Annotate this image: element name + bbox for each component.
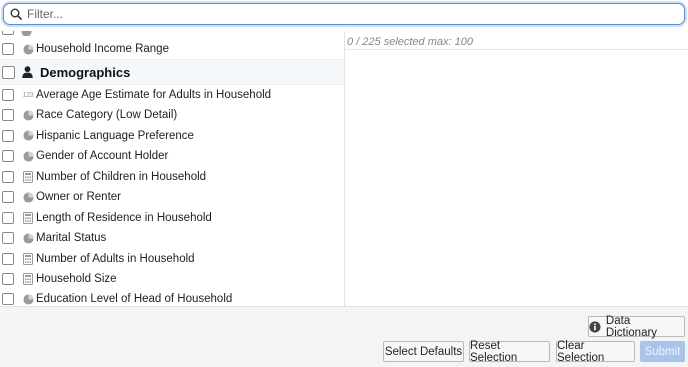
checkbox[interactable] (2, 273, 14, 285)
pie-icon (22, 293, 34, 305)
pie-icon (22, 109, 34, 121)
list-item[interactable]: Education Level of Head of Household (0, 289, 344, 306)
list-item-label: Race Category (Low Detail) (36, 109, 178, 121)
checkbox[interactable] (2, 191, 14, 203)
numeric-icon: 123 (22, 91, 34, 99)
filter-input[interactable] (27, 7, 667, 21)
info-icon (589, 320, 601, 333)
checkbox[interactable] (2, 129, 14, 142)
list-item-label: Household Income Range (36, 43, 169, 55)
reset-selection-button[interactable]: Reset Selection (469, 340, 550, 364)
person-icon (22, 66, 34, 78)
data-dictionary-button[interactable]: Data Dictionary (588, 314, 685, 339)
select-defaults-button[interactable]: Select Defaults (383, 341, 464, 362)
list-item-label: Owner or Renter (36, 191, 122, 203)
checkbox[interactable] (2, 31, 14, 35)
selection-panel: 0 / 225 selected max: 100 (345, 31, 688, 306)
list-item[interactable]: Household Size (0, 269, 344, 289)
list-item-label: Number of Children in Household (36, 170, 207, 183)
list-item-label: Length of Residence in Household (36, 211, 212, 224)
list-item[interactable]: Race Category (Low Detail) (0, 105, 344, 125)
list-item-label: Household Size (36, 273, 117, 285)
list-item[interactable]: Gender of Account Holder (0, 146, 344, 166)
list-item-label: Marital Status (36, 232, 107, 244)
checkbox[interactable] (2, 211, 14, 224)
list-item[interactable]: Owner or Renter (0, 187, 344, 207)
list-item[interactable]: Number of Children in Household (0, 167, 344, 187)
pie-icon (21, 31, 32, 36)
checkbox[interactable] (2, 89, 14, 101)
calculator-icon (22, 211, 34, 224)
group-header-demographics[interactable]: Demographics (0, 59, 344, 85)
pie-icon (22, 43, 34, 55)
list-item-label: Gender of Account Holder (36, 150, 169, 162)
list-item-label: Education Level of Head of Household (36, 293, 233, 305)
checkbox[interactable] (2, 170, 14, 183)
list-item[interactable]: Number of Adults in Household (0, 249, 344, 269)
group-label: Demographics (40, 64, 131, 80)
checkbox[interactable] (2, 109, 14, 121)
data-dictionary-label: Data Dictionary (605, 314, 658, 339)
selection-count: 0 / 225 selected max: 100 (347, 36, 473, 48)
pie-icon (22, 191, 34, 203)
calculator-icon (22, 273, 34, 285)
submit-button[interactable]: Submit (640, 341, 685, 362)
search-icon (10, 8, 22, 20)
list-item-label: Number of Adults in Household (36, 252, 195, 265)
list-item[interactable]: Household Income Range (0, 39, 344, 59)
list-item-label: Hispanic Language Preference (36, 129, 194, 142)
divider (345, 49, 688, 50)
group-checkbox[interactable] (2, 65, 15, 79)
footer: Data Dictionary Select Defaults Reset Se… (0, 306, 688, 367)
filter-bar[interactable] (3, 3, 685, 25)
checkbox[interactable] (2, 252, 14, 265)
calculator-icon (22, 170, 34, 183)
list-item[interactable]: Length of Residence in Household (0, 208, 344, 228)
pie-icon (22, 130, 34, 142)
list-item-partial (0, 31, 344, 36)
pie-icon (22, 150, 34, 162)
checkbox[interactable] (2, 43, 14, 55)
pie-icon (22, 232, 34, 244)
checkbox[interactable] (2, 293, 14, 305)
list-item-label: Average Age Estimate for Adults in House… (36, 89, 272, 101)
list-item[interactable]: 123 Average Age Estimate for Adults in H… (0, 85, 344, 105)
list-item[interactable]: Marital Status (0, 228, 344, 248)
checkbox[interactable] (2, 232, 14, 244)
clear-selection-button[interactable]: Clear Selection (556, 340, 635, 364)
list-item[interactable]: Hispanic Language Preference (0, 126, 344, 146)
checkbox[interactable] (2, 150, 14, 162)
calculator-icon (22, 252, 34, 265)
field-list[interactable]: Household Income Range Demographics 123 … (0, 31, 345, 306)
